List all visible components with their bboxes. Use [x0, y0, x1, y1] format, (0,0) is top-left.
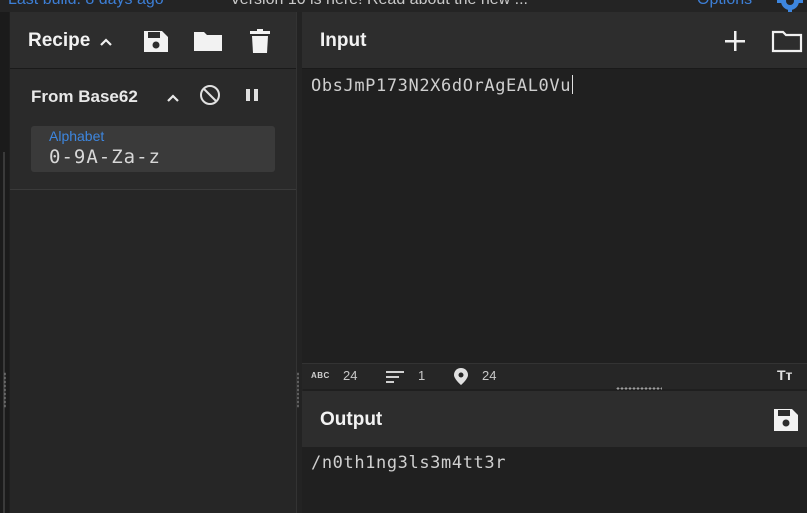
- plus-icon[interactable]: [723, 29, 747, 53]
- operations-panel-edge: [0, 12, 9, 513]
- text-size-icon[interactable]: Tт: [777, 367, 792, 383]
- options-link[interactable]: Options: [697, 0, 752, 9]
- input-text[interactable]: ObsJmP173N2X6dOrAgEAL0Vu: [311, 75, 574, 96]
- alphabet-value[interactable]: 0-9A-Za-z: [49, 146, 161, 168]
- recipe-header: Recipe: [10, 12, 296, 69]
- line-count: 1: [418, 368, 426, 383]
- version-notice[interactable]: Version 10 is here! Read about the new .…: [230, 0, 528, 9]
- pause-icon[interactable]: [240, 83, 264, 107]
- folder-icon[interactable]: [193, 28, 222, 54]
- length-count: 24: [343, 368, 358, 383]
- output-text[interactable]: /n0th1ng3ls3m4tt3r: [311, 453, 506, 473]
- top-banner: Last build: 8 days ago Version 10 is her…: [0, 0, 807, 12]
- input-header: Input: [302, 12, 807, 69]
- save-icon[interactable]: [142, 28, 170, 54]
- cursor-position: 24: [482, 368, 497, 383]
- output-header: Output: [302, 391, 807, 448]
- chevron-up-icon[interactable]: [96, 32, 116, 52]
- text-caret: [572, 75, 574, 94]
- resize-handle-left[interactable]: [4, 372, 6, 408]
- recipe-title: Recipe: [28, 30, 91, 51]
- recipe-panel: Recipe From Base62 Alphabet 0-9A-Za-z: [10, 12, 296, 513]
- abc-icon: ABC: [311, 371, 330, 380]
- location-pin-icon: [454, 368, 468, 388]
- output-title: Output: [320, 409, 383, 430]
- output-editor[interactable]: /n0th1ng3ls3m4tt3r: [302, 447, 807, 513]
- last-build-link[interactable]: Last build: 8 days ago: [8, 0, 164, 9]
- disable-icon[interactable]: [198, 83, 222, 107]
- divider: [3, 152, 5, 513]
- recipe-operation[interactable]: From Base62 Alphabet 0-9A-Za-z: [10, 69, 296, 190]
- resize-handle-middle[interactable]: [297, 372, 299, 408]
- operation-name: From Base62: [31, 87, 138, 106]
- input-status-bar: ABC 24 1 24 Tт: [302, 363, 807, 389]
- trash-icon[interactable]: [246, 28, 274, 54]
- folder-icon[interactable]: [771, 28, 803, 54]
- chevron-up-icon[interactable]: [164, 89, 182, 107]
- gear-icon[interactable]: [777, 0, 803, 12]
- input-editor[interactable]: ObsJmP173N2X6dOrAgEAL0Vu: [302, 69, 807, 363]
- resize-handle-horizontal[interactable]: [616, 387, 662, 390]
- cyberchef-window: Last build: 8 days ago Version 10 is her…: [0, 0, 807, 513]
- alphabet-label: Alphabet: [49, 128, 105, 144]
- input-title: Input: [320, 30, 367, 51]
- alphabet-field[interactable]: Alphabet 0-9A-Za-z: [31, 126, 275, 172]
- save-icon[interactable]: [772, 407, 800, 433]
- lines-icon: [386, 370, 404, 387]
